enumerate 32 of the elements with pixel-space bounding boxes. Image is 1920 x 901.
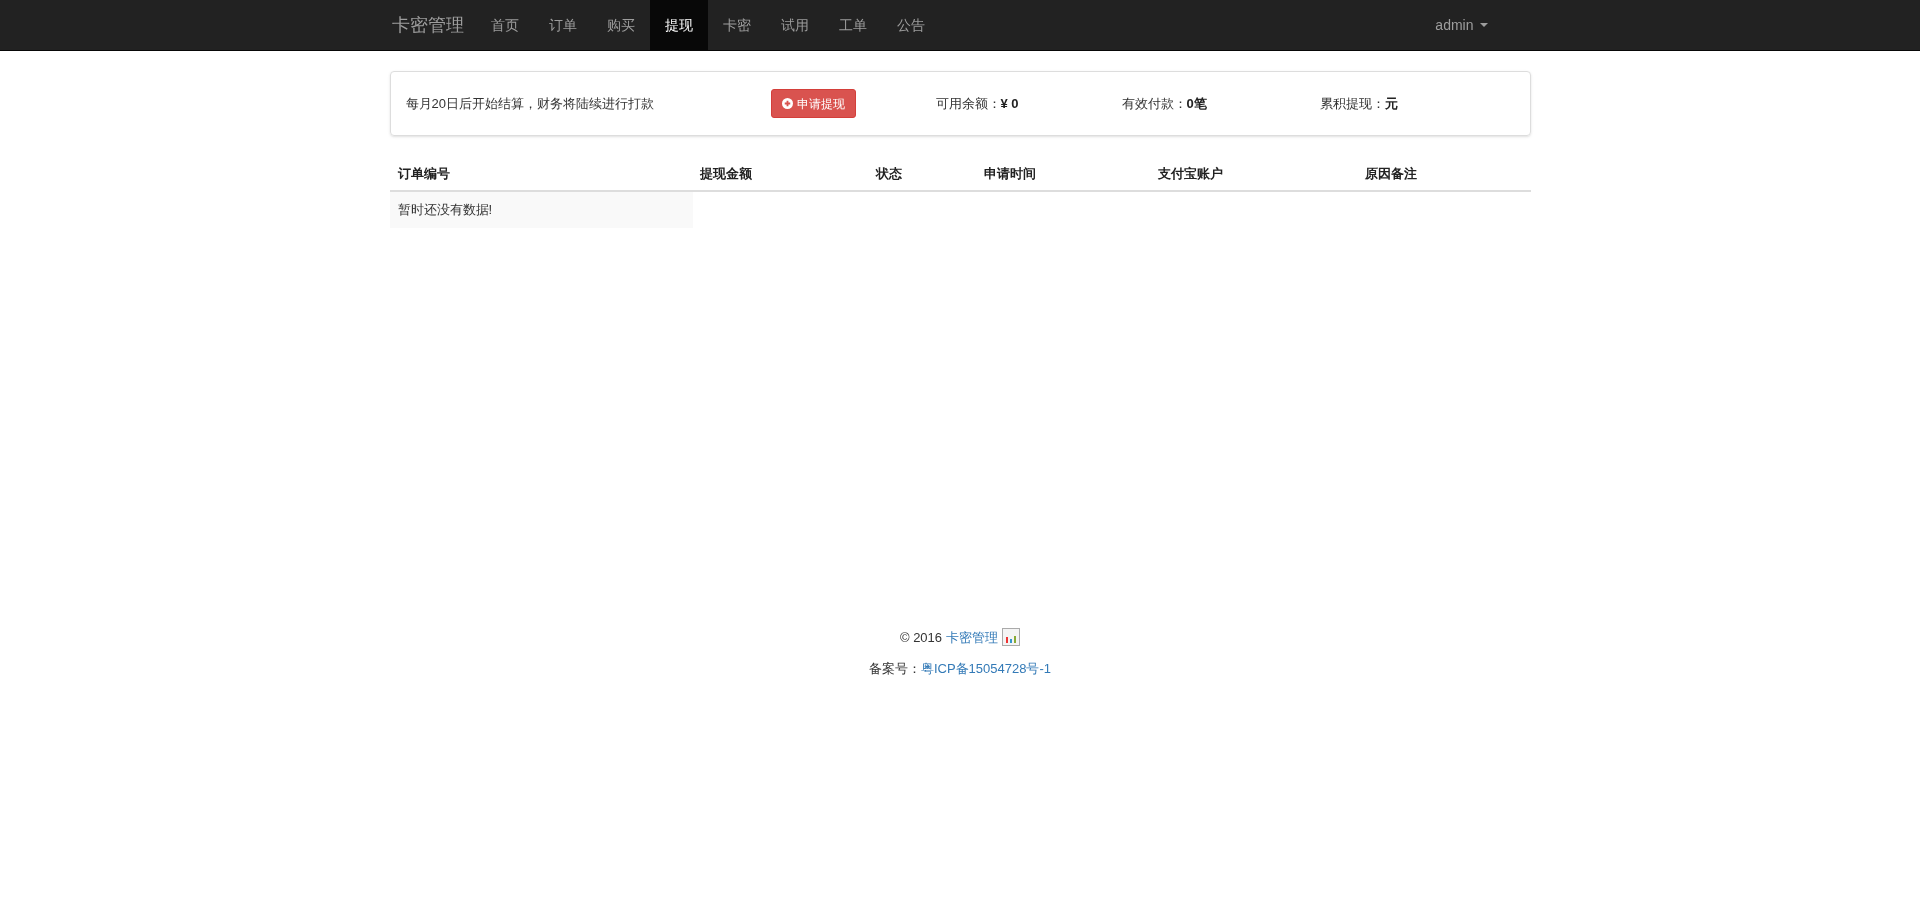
nav-tab[interactable]: 工单 — [823, 0, 882, 50]
settlement-notice: 每月20日后开始结算，财务将陆续进行打款 — [404, 94, 655, 113]
nav-tab[interactable]: 订单 — [533, 0, 592, 50]
empty-message: 暂时还没有数据! — [389, 192, 693, 228]
nav-tab[interactable]: 提现 — [649, 0, 708, 50]
icp-label: 备案号： — [868, 660, 921, 678]
column-header: 申请时间 — [982, 165, 1037, 184]
nav-tab[interactable]: 公告 — [881, 0, 940, 50]
nav-tab[interactable]: 试用 — [765, 0, 824, 50]
caret-icon — [1479, 23, 1488, 27]
stat-value: 0笔 — [1186, 94, 1207, 113]
nav-tab[interactable]: 购买 — [591, 0, 650, 50]
apply-withdraw-button[interactable]: 申请提现 — [770, 89, 856, 118]
stat-label: 累积提现： — [1319, 94, 1385, 113]
column-header: 提现金额 — [698, 165, 753, 184]
statistics-badge-icon — [1002, 628, 1021, 647]
copyright-text: © 2016 — [899, 628, 943, 647]
user-menu[interactable]: admin — [1420, 0, 1503, 50]
nav-tab[interactable]: 卡密 — [707, 0, 766, 50]
site-link[interactable]: 卡密管理 — [946, 627, 999, 647]
stat-label: 可用余额： — [935, 94, 1001, 113]
column-header: 支付宝账户 — [1157, 165, 1224, 184]
nav-tab[interactable]: 首页 — [475, 0, 534, 50]
column-header: 订单编号 — [396, 165, 451, 184]
icp-link[interactable]: 粤ICP备15054728号-1 — [920, 659, 1052, 679]
stat-value: 元 — [1384, 94, 1398, 113]
brand-link[interactable]: 卡密管理 — [389, 0, 476, 50]
plus-circle-icon — [781, 98, 793, 109]
stat-label: 有效付款： — [1121, 94, 1187, 113]
column-header: 原因备注 — [1363, 165, 1418, 184]
column-header: 状态 — [874, 165, 903, 184]
stat-value: ¥ 0 — [1000, 94, 1019, 113]
